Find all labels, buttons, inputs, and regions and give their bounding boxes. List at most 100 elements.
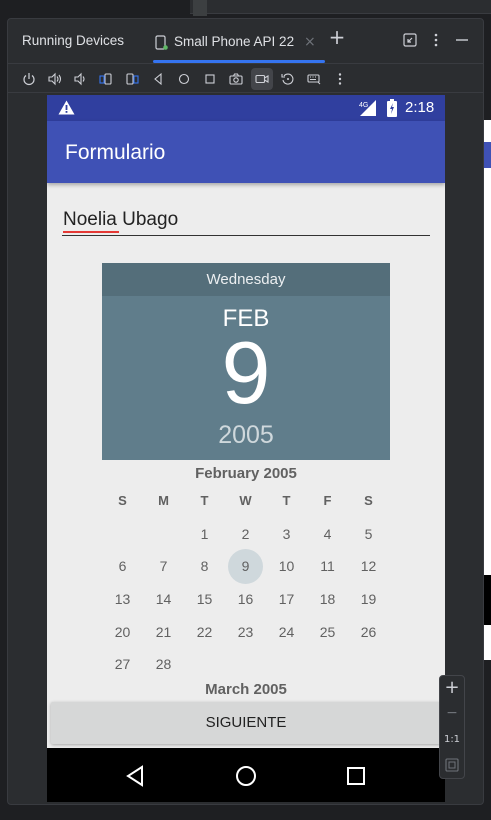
ide-editor-strip — [190, 0, 491, 14]
calendar-day[interactable]: 18 — [307, 587, 348, 619]
calendar-day[interactable]: 4 — [307, 522, 348, 554]
calendar-day[interactable]: 16 — [225, 587, 266, 619]
calendar-day-label: 3 — [282, 525, 291, 542]
rotate-left-icon[interactable] — [95, 68, 117, 90]
calendar-day-label: 1 — [200, 525, 209, 542]
selected-day[interactable]: 9 — [102, 329, 390, 417]
nav-recents-icon[interactable] — [344, 764, 368, 788]
collapse-icon[interactable] — [402, 32, 418, 48]
calendar-day[interactable]: 28 — [143, 652, 184, 684]
calendar-day[interactable]: 19 — [348, 587, 389, 619]
calendar-day[interactable]: 3 — [266, 522, 307, 554]
device-tab-label: Small Phone API 22 — [174, 34, 295, 49]
calendar-day-label: 21 — [155, 623, 172, 640]
weekday-header: S — [118, 493, 127, 508]
zoom-in-button[interactable]: + — [440, 676, 464, 700]
screen-record-icon[interactable] — [251, 68, 273, 90]
background-editor-edge — [484, 120, 491, 660]
calendar-week-row: 6 7 8 9 10 11 12 — [102, 549, 389, 587]
calendar-day-label: 27 — [114, 656, 131, 673]
calendar-day[interactable]: 15 — [184, 587, 225, 619]
calendar-day-label: 12 — [360, 558, 377, 575]
calendar-day[interactable]: 21 — [143, 620, 184, 652]
weekday-header: F — [323, 493, 332, 508]
keyboard-icon[interactable] — [303, 68, 325, 90]
calendar-month-title: February 2005 — [195, 465, 297, 482]
spellcheck-underline — [63, 231, 119, 233]
status-bar: 4G 2:18 — [47, 95, 445, 121]
calendar-day[interactable]: 11 — [307, 554, 348, 586]
date-picker-header: Wednesday FEB 9 2005 — [102, 263, 390, 460]
actual-size-button[interactable]: 1:1 — [440, 732, 464, 748]
calendar-day[interactable]: 24 — [266, 620, 307, 652]
calendar-day-label: 11 — [320, 558, 335, 575]
calendar-day-label: 19 — [360, 591, 377, 608]
weekday-header: T — [200, 493, 209, 508]
calendar-day-label: 26 — [360, 623, 377, 640]
calendar-grid: S M T W T F S 1 2 3 4 5 6 7 8 9 10 11 12 13 14 15 16 17 18 19 20 21… — [102, 489, 389, 685]
options-icon[interactable] — [428, 32, 444, 48]
calendar-day[interactable]: 23 — [225, 620, 266, 652]
app-title: Formulario — [65, 141, 166, 164]
weekday-header: W — [239, 493, 252, 508]
power-icon[interactable] — [18, 68, 40, 90]
navigation-bar — [47, 748, 445, 802]
name-input-value: Noelia Ubago — [63, 209, 179, 230]
calendar-day-label: 4 — [323, 525, 332, 542]
calendar-day-label: 14 — [155, 591, 172, 608]
reset-icon[interactable] — [277, 68, 299, 90]
svg-text:4G: 4G — [359, 102, 368, 109]
home-icon[interactable] — [173, 68, 195, 90]
calendar-day-label: 7 — [159, 558, 168, 575]
calendar-day[interactable]: 20 — [102, 620, 143, 652]
app-bar: Formulario — [47, 121, 445, 183]
calendar-day[interactable]: 7 — [143, 554, 184, 586]
calendar-day[interactable]: 12 — [348, 554, 389, 586]
calendar-day[interactable]: 26 — [348, 620, 389, 652]
device-screen[interactable]: 4G 2:18 Formulario Noelia Ubago Wednesda… — [47, 95, 445, 802]
volume-down-icon[interactable] — [69, 68, 91, 90]
calendar-day[interactable]: 25 — [307, 620, 348, 652]
calendar-day[interactable]: 10 — [266, 554, 307, 586]
calendar-day[interactable]: 8 — [184, 554, 225, 586]
fit-screen-icon[interactable] — [445, 758, 459, 772]
calendar-day-label: 5 — [364, 525, 373, 542]
calendar-day[interactable]: 17 — [266, 587, 307, 619]
calendar-day[interactable]: 13 — [102, 587, 143, 619]
status-clock: 2:18 — [405, 99, 435, 116]
calendar-day[interactable]: 5 — [348, 522, 389, 554]
calendar-day[interactable]: 1 — [184, 522, 225, 554]
nav-back-icon[interactable] — [124, 764, 148, 788]
add-device-icon[interactable]: + — [328, 27, 346, 47]
weekday-header: S — [364, 493, 373, 508]
camera-icon[interactable] — [225, 68, 247, 90]
weekday-header: M — [158, 493, 169, 508]
more-icon[interactable] — [329, 68, 351, 90]
rotate-right-icon[interactable] — [121, 68, 143, 90]
minimize-icon[interactable] — [454, 32, 470, 48]
overview-icon[interactable] — [199, 68, 221, 90]
calendar-day-selected[interactable]: 9 — [225, 549, 266, 586]
calendar-day[interactable]: 22 — [184, 620, 225, 652]
zoom-controls: + − 1:1 — [439, 675, 465, 779]
calendar-day-label: 28 — [155, 656, 172, 673]
battery-icon — [387, 99, 397, 117]
device-tab[interactable]: Small Phone API 22 × — [153, 27, 325, 63]
nav-home-icon[interactable] — [234, 764, 258, 788]
calendar-day-label: 23 — [237, 623, 254, 640]
calendar-day-label: 13 — [114, 591, 131, 608]
volume-up-icon[interactable] — [44, 68, 66, 90]
back-icon[interactable] — [147, 68, 169, 90]
zoom-out-button[interactable]: − — [440, 702, 464, 724]
calendar-day[interactable]: 27 — [102, 652, 143, 684]
close-icon[interactable]: × — [304, 34, 316, 50]
siguiente-button[interactable]: SIGUIENTE — [51, 702, 441, 744]
calendar-day[interactable]: 6 — [102, 554, 143, 586]
calendar-day[interactable]: 14 — [143, 587, 184, 619]
calendar-day-label: 9 — [241, 558, 250, 575]
name-input[interactable]: Noelia Ubago — [62, 206, 430, 236]
ide-side-tab[interactable] — [193, 0, 207, 16]
calendar-day-label: 8 — [200, 558, 209, 575]
selected-year[interactable]: 2005 — [102, 421, 390, 450]
warning-icon — [58, 100, 75, 115]
